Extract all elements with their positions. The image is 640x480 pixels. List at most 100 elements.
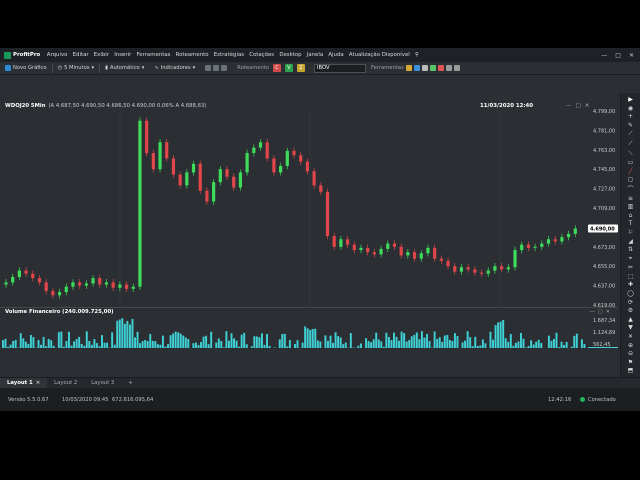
drawing-tool-icon[interactable]: ⌒	[627, 185, 635, 193]
volume-bar	[385, 332, 388, 348]
volume-bar	[121, 318, 124, 348]
drawing-tool-icon[interactable]: ▥	[627, 203, 635, 210]
add-tab-button[interactable]: +	[121, 378, 139, 389]
volume-bar	[314, 328, 317, 348]
volume-bar	[255, 336, 258, 348]
candle-body	[158, 142, 162, 170]
volume-bar	[240, 334, 243, 348]
candle-body	[37, 278, 42, 283]
candle-body	[225, 169, 229, 177]
close-icon[interactable]: ✕	[629, 52, 634, 59]
drawing-tool-icon[interactable]: ⬚	[627, 273, 635, 280]
volume-bar	[22, 338, 25, 348]
maximize-icon[interactable]: □	[598, 309, 603, 315]
drawing-tool-icon[interactable]: ▭	[627, 159, 635, 166]
candle-body	[372, 252, 376, 255]
tab-layout-2[interactable]: Layout 2	[47, 378, 84, 389]
volume-last-tag	[588, 347, 618, 348]
candle-body	[104, 282, 109, 285]
volume-bar	[42, 336, 45, 348]
tab-layout-1[interactable]: Layout 1 ×	[0, 377, 48, 389]
volume-axis-label: 1.687,34	[593, 318, 615, 324]
price-axis-label: 4.655,00	[593, 264, 615, 270]
drawing-tool-icon[interactable]: ⌖	[627, 255, 635, 263]
volume-bar	[415, 332, 418, 348]
volume-bar	[197, 345, 200, 348]
drawing-tool-icon[interactable]: ⬒	[627, 367, 635, 374]
drawing-tool-icon[interactable]: ▼	[627, 324, 635, 331]
connected-icon	[580, 397, 585, 402]
candle-body	[218, 169, 222, 183]
status-time: 12:42:16	[548, 397, 572, 403]
candle-body	[279, 165, 283, 173]
volume-bar	[555, 332, 558, 348]
volume-bar	[258, 337, 261, 348]
volume-bar	[161, 335, 164, 348]
volume-bar	[512, 345, 515, 348]
close-icon[interactable]: ×	[36, 380, 40, 386]
last-price-label: 4.690,00	[590, 226, 615, 232]
volume-bar	[461, 342, 464, 348]
volume-bar	[494, 325, 497, 348]
tab-layout-3[interactable]: Layout 3	[84, 378, 121, 389]
volume-bar	[85, 331, 88, 348]
volume-bar	[357, 345, 360, 348]
drawing-tool-icon[interactable]: ⟋	[627, 130, 635, 138]
drawing-tool-icon[interactable]: ⇅	[627, 246, 635, 253]
candle-body	[44, 282, 48, 291]
volume-bar	[342, 344, 345, 348]
drawing-tool-icon[interactable]: T	[627, 220, 635, 227]
drawing-tool-icon[interactable]: ⊕	[627, 342, 635, 349]
drawing-tool-icon[interactable]: ⌂	[627, 212, 635, 219]
drawing-tool-icon[interactable]: ⊖	[627, 350, 635, 357]
drawing-tool-icon[interactable]: ◉	[627, 105, 635, 112]
drawing-tool-icon[interactable]: ⟋	[627, 140, 635, 148]
volume-bar	[187, 339, 190, 348]
drawing-tool-icon[interactable]: ▶	[627, 96, 635, 103]
drawing-tool-icon[interactable]: ✚	[627, 281, 635, 288]
volume-bar	[78, 336, 81, 348]
drawing-tool-icon[interactable]: ⚑	[627, 359, 635, 366]
drawing-tool-icon[interactable]: ✂	[627, 264, 635, 271]
drawing-tool-icon[interactable]: ≡	[627, 195, 635, 202]
drawing-tool-icon[interactable]: ◯	[627, 290, 635, 297]
volume-bar	[45, 346, 48, 348]
volume-bar	[344, 342, 347, 348]
candle-body	[145, 120, 149, 154]
drawing-tool-icon[interactable]: ◻	[627, 176, 635, 183]
drawing-tool-icon[interactable]: ✎	[627, 122, 635, 129]
volume-bar	[164, 346, 167, 348]
minimize-icon[interactable]: —	[590, 309, 595, 315]
volume-bar	[174, 331, 177, 348]
volume-bar	[245, 344, 248, 348]
drawing-tool-icon[interactable]: ⟍	[627, 150, 635, 158]
candle-body	[493, 266, 497, 271]
volume-bar	[365, 338, 368, 348]
drawing-tool-icon[interactable]: ⟳	[627, 299, 635, 306]
drawing-tool-icon[interactable]: ╱	[627, 168, 635, 175]
candle-body	[473, 269, 477, 273]
volume-bar	[301, 342, 304, 348]
volume-bar	[441, 341, 444, 348]
volume-bar	[456, 336, 459, 348]
drawing-tool-icon[interactable]: ⚐	[627, 229, 635, 236]
close-icon[interactable]: ✕	[606, 309, 610, 315]
volume-bar	[507, 341, 510, 348]
volume-bar	[222, 347, 225, 348]
candle-body	[406, 252, 410, 256]
volume-bar	[327, 340, 329, 348]
price-chart[interactable]: 4.799,00 4.781,00 4.763,00 4.745,00 4.727,00…	[0, 48, 620, 348]
drawing-tool-icon[interactable]: ◢	[627, 238, 635, 245]
volume-bar	[294, 343, 296, 348]
candle-body	[426, 247, 430, 254]
drawing-tool-icon[interactable]: ▲	[627, 316, 635, 323]
drawing-tool-icon[interactable]: ⚙	[627, 307, 635, 314]
drawing-tool-icon[interactable]: ✕	[627, 333, 635, 340]
volume-bar	[169, 335, 172, 348]
volume-bar	[471, 346, 474, 348]
volume-bar	[93, 339, 96, 348]
candle-body	[292, 150, 296, 156]
drawing-tool-icon[interactable]: +	[627, 113, 635, 120]
volume-bar	[547, 335, 550, 348]
volume-bar	[405, 341, 408, 348]
